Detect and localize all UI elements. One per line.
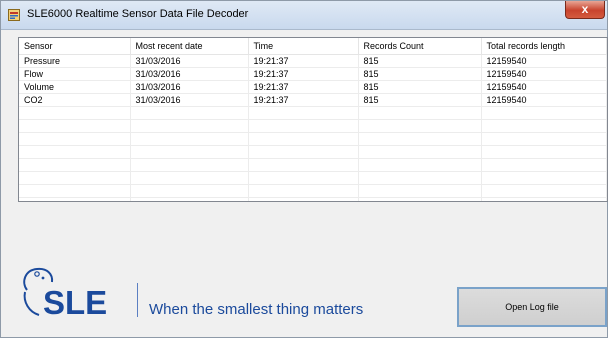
- cell-sensor: Flow: [19, 67, 131, 81]
- cell-records-count: 815: [358, 93, 482, 107]
- close-icon: x: [581, 2, 589, 16]
- cell-total-length: 12159540: [481, 93, 607, 107]
- cell-time: 19:21:37: [248, 54, 359, 68]
- empty-row: [19, 106, 607, 120]
- table-row[interactable]: Flow 31/03/2016 19:21:37 815 12159540: [19, 67, 607, 81]
- cell-sensor: CO2: [19, 93, 131, 107]
- column-header-sensor[interactable]: Sensor: [19, 38, 131, 55]
- empty-row: [19, 132, 607, 146]
- empty-row: [19, 119, 607, 133]
- cell-sensor: Pressure: [19, 54, 131, 68]
- empty-row: [19, 171, 607, 185]
- empty-row: [19, 158, 607, 172]
- cell-time: 19:21:37: [248, 67, 359, 81]
- empty-row: [19, 145, 607, 159]
- sle-logo: SLE: [17, 262, 147, 324]
- cell-time: 19:21:37: [248, 93, 359, 107]
- cell-sensor: Volume: [19, 80, 131, 94]
- cell-records-count: 815: [358, 67, 482, 81]
- app-window: SLE6000 Realtime Sensor Data File Decode…: [0, 0, 608, 338]
- sensor-data-grid[interactable]: Sensor Most recent date Time Records Cou…: [18, 37, 608, 202]
- tagline: When the smallest thing matters: [149, 301, 364, 318]
- table-row[interactable]: CO2 31/03/2016 19:21:37 815 12159540: [19, 93, 607, 107]
- column-header-records-count[interactable]: Records Count: [358, 38, 482, 55]
- table-row[interactable]: Volume 31/03/2016 19:21:37 815 12159540: [19, 80, 607, 94]
- cell-time: 19:21:37: [248, 80, 359, 94]
- sensor-table: Sensor Most recent date Time Records Cou…: [19, 38, 607, 201]
- title-bar[interactable]: SLE6000 Realtime Sensor Data File Decode…: [1, 1, 607, 30]
- cell-records-count: 815: [358, 54, 482, 68]
- cell-records-count: 815: [358, 80, 482, 94]
- logo-divider: [137, 283, 138, 317]
- open-log-file-button[interactable]: Open Log file: [457, 287, 607, 327]
- window-title: SLE6000 Realtime Sensor Data File Decode…: [27, 8, 249, 20]
- empty-row: [19, 197, 607, 201]
- cell-total-length: 12159540: [481, 67, 607, 81]
- table-row[interactable]: Pressure 31/03/2016 19:21:37 815 1215954…: [19, 54, 607, 68]
- logo-text: SLE: [43, 284, 108, 321]
- header-row: Sensor Most recent date Time Records Cou…: [19, 38, 607, 55]
- app-icon: [8, 9, 20, 21]
- cell-date: 31/03/2016: [130, 67, 249, 81]
- column-header-total-records-length[interactable]: Total records length: [481, 38, 607, 55]
- column-header-most-recent-date[interactable]: Most recent date: [130, 38, 249, 55]
- cell-date: 31/03/2016: [130, 80, 249, 94]
- client-area: Sensor Most recent date Time Records Cou…: [1, 30, 608, 337]
- cell-total-length: 12159540: [481, 80, 607, 94]
- empty-row: [19, 184, 607, 198]
- close-button[interactable]: x: [565, 1, 605, 19]
- column-header-time[interactable]: Time: [248, 38, 359, 55]
- cell-date: 31/03/2016: [130, 54, 249, 68]
- cell-date: 31/03/2016: [130, 93, 249, 107]
- cell-total-length: 12159540: [481, 54, 607, 68]
